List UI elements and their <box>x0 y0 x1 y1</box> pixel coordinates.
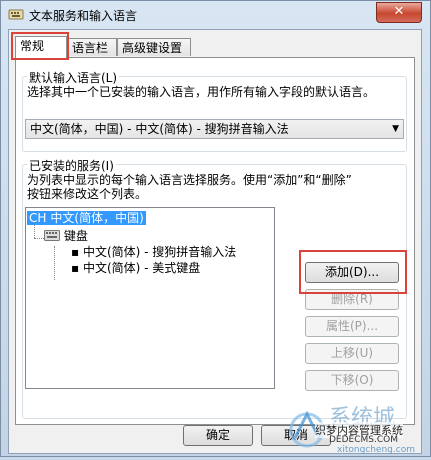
properties-button[interactable]: 属性(P)... <box>305 316 399 337</box>
keyboard-icon <box>44 230 60 241</box>
move-up-button-label: 上移(U) <box>330 346 374 360</box>
installed-services-label: 已安装的服务(I) <box>27 157 116 174</box>
title-bar[interactable]: 文本服务和输入语言 ✕ <box>1 1 430 29</box>
lang-code-badge: CH <box>27 211 49 225</box>
close-button[interactable]: ✕ <box>376 2 422 23</box>
tab-advanced-key-settings[interactable]: 高级键设置 <box>117 38 191 56</box>
tree-connector <box>54 246 55 280</box>
site-watermark: 系统城 织梦内容管理系统 DEDECMS.COM xitongcheng.com <box>285 400 430 457</box>
installed-services-group: 已安装的服务(I) 为列表中显示的每个输入语言选择服务。使用“添加”和“删除” … <box>22 157 407 419</box>
lang-name: 中文(简体，中国) <box>48 211 146 225</box>
tab-language-bar[interactable]: 语言栏 <box>67 38 117 56</box>
default-language-group: 默认输入语言(L) 选择其中一个已安装的输入语言，用作所有输入字段的默认语言。 … <box>22 69 407 152</box>
default-language-label: 默认输入语言(L) <box>27 69 120 86</box>
add-button-highlight-box <box>299 250 407 294</box>
tree-item-label: 中文(简体) - 美式键盘 <box>82 261 201 275</box>
tree-node-sogou[interactable]: ▪ 中文(简体) - 搜狗拼音输入法 <box>71 243 236 260</box>
move-down-button[interactable]: 下移(O) <box>305 370 399 391</box>
watermark-domain: DEDECMS.COM <box>329 435 398 445</box>
watermark-domain-2: xitongcheng.com <box>337 445 415 455</box>
installed-services-description-1: 为列表中显示的每个输入语言选择服务。使用“添加”和“删除” <box>27 173 352 187</box>
tab-language-bar-label: 语言栏 <box>72 41 109 55</box>
dialog-client-area: 常规 语言栏 高级键设置 默认输入语言(L) 选择其中一个已安装的输入语言，用作… <box>8 29 422 454</box>
tab-highlight-box <box>11 32 69 60</box>
close-icon: ✕ <box>393 4 405 19</box>
tree-node-keyboard[interactable]: 键盘 <box>44 227 88 244</box>
tree-item-label: 中文(简体) - 搜狗拼音输入法 <box>82 245 237 259</box>
dialog-window: 文本服务和输入语言 ✕ 常规 语言栏 高级键设置 默认输入语言(L) 选择其中一… <box>0 0 431 457</box>
tree-node-us-keyboard[interactable]: ▪ 中文(简体) - 美式键盘 <box>71 259 200 276</box>
default-language-value: 中文(简体，中国) - 中文(简体) - 搜狗拼音输入法 <box>30 122 289 136</box>
installed-services-description-2: 按钮来修改这个列表。 <box>27 187 148 201</box>
window-title: 文本服务和输入语言 <box>29 9 138 23</box>
move-up-button[interactable]: 上移(U) <box>305 343 399 364</box>
tree-bullet: ▪ <box>71 245 80 259</box>
tab-advanced-label: 高级键设置 <box>122 41 183 55</box>
default-language-description: 选择其中一个已安装的输入语言，用作所有输入字段的默认语言。 <box>27 85 376 99</box>
keyboard-app-icon <box>8 9 24 20</box>
tree-connector <box>34 224 35 238</box>
default-language-select[interactable]: 中文(简体，中国) - 中文(简体) - 搜狗拼音输入法 ▼ <box>25 119 404 139</box>
tab-panel-general: 默认输入语言(L) 选择其中一个已安装的输入语言，用作所有输入字段的默认语言。 … <box>15 57 415 425</box>
keyboard-category-label: 键盘 <box>63 229 88 243</box>
ok-button[interactable]: 确定 <box>183 425 253 446</box>
properties-button-label: 属性(P)... <box>325 319 379 333</box>
chevron-down-icon: ▼ <box>392 124 399 134</box>
move-down-button-label: 下移(O) <box>330 373 374 387</box>
remove-button-label: 删除(R) <box>331 292 373 306</box>
tree-connector <box>34 238 44 239</box>
services-tree[interactable]: CH 中文(简体，中国) 键盘 ▪ 中文(简体) - 搜狗拼音输入法 ▪ 中文(… <box>25 207 275 389</box>
tree-bullet: ▪ <box>71 261 80 275</box>
tree-node-language[interactable]: CH 中文(简体，中国) <box>27 209 146 226</box>
ok-button-label: 确定 <box>205 428 230 442</box>
